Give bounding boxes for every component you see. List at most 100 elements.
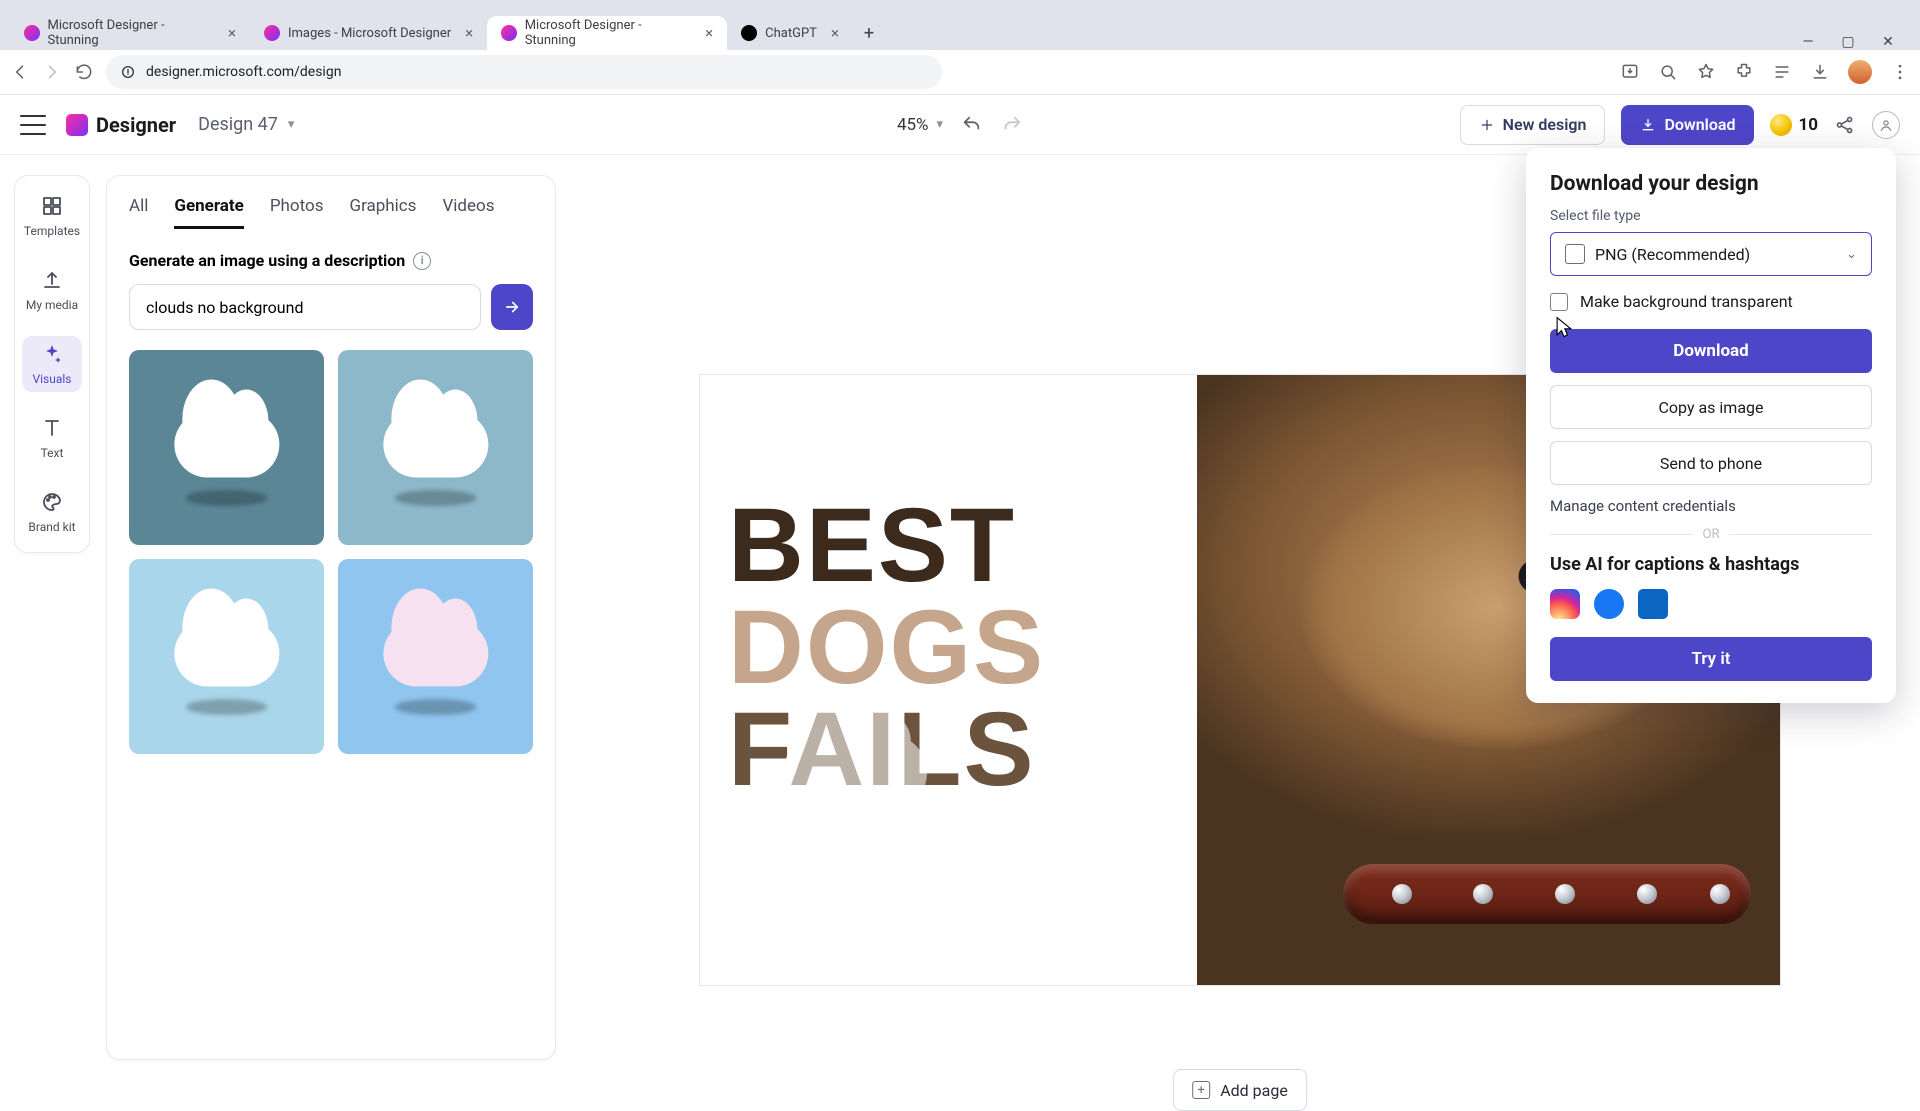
design-title: Design 47 — [198, 114, 278, 135]
send-to-phone-button[interactable]: Send to phone — [1550, 441, 1872, 485]
reading-list-icon[interactable] — [1772, 62, 1792, 82]
close-icon[interactable]: × — [228, 24, 236, 42]
tab-videos[interactable]: Videos — [442, 196, 494, 229]
canvas-cloud-element[interactable] — [783, 734, 927, 811]
transparent-bg-checkbox[interactable]: Make background transparent — [1550, 292, 1872, 311]
tab-title: ChatGPT — [765, 26, 817, 41]
nav-reload-icon[interactable] — [74, 62, 94, 82]
rail-my-media[interactable]: My media — [22, 262, 82, 318]
redo-icon[interactable] — [1001, 114, 1023, 136]
generated-thumbnail[interactable] — [338, 559, 533, 754]
browser-tab[interactable]: Microsoft Designer - Stunning × — [10, 16, 250, 50]
generate-submit-button[interactable] — [491, 284, 533, 330]
instagram-icon[interactable] — [1550, 589, 1580, 619]
facebook-icon[interactable] — [1594, 589, 1624, 619]
window-minimize-icon[interactable]: — — [1800, 34, 1816, 50]
account-icon[interactable] — [1872, 111, 1900, 139]
chevron-down-icon: ▾ — [288, 117, 295, 132]
new-tab-button[interactable]: + — [853, 16, 885, 50]
file-type-select[interactable]: PNG (Recommended) ⌄ — [1550, 232, 1872, 276]
linkedin-icon[interactable] — [1638, 589, 1668, 619]
browser-tabstrip[interactable]: Microsoft Designer - Stunning × Images -… — [0, 10, 1920, 50]
nav-forward-icon[interactable] — [42, 62, 62, 82]
copy-as-image-button[interactable]: Copy as image — [1550, 385, 1872, 429]
rail-text[interactable]: Text — [22, 410, 82, 466]
favicon-icon — [264, 25, 280, 41]
prompt-input[interactable] — [129, 284, 481, 330]
site-info-icon[interactable] — [120, 64, 136, 80]
nav-back-icon[interactable] — [10, 62, 30, 82]
profile-avatar-icon[interactable] — [1848, 60, 1872, 84]
dog-collar — [1343, 864, 1751, 924]
close-icon[interactable]: × — [831, 24, 839, 42]
or-divider: OR — [1703, 527, 1720, 542]
hamburger-menu-icon[interactable] — [20, 115, 46, 135]
browser-tab[interactable]: Images - Microsoft Designer × — [250, 16, 487, 50]
try-it-button[interactable]: Try it — [1550, 637, 1872, 681]
generated-thumbnail[interactable] — [129, 350, 324, 545]
transparent-bg-label: Make background transparent — [1580, 292, 1793, 311]
chevron-down-icon: ⌄ — [1846, 247, 1857, 262]
bookmark-icon[interactable] — [1696, 62, 1716, 82]
new-design-label: New design — [1503, 115, 1587, 134]
download-panel-title: Download your design — [1550, 172, 1872, 196]
canvas-text-2[interactable]: DOGS — [728, 597, 1197, 699]
canvas-text-1[interactable]: BEST — [728, 495, 1197, 597]
checkbox-icon — [1550, 293, 1568, 311]
generate-heading: Generate an image using a description — [129, 251, 405, 270]
kebab-menu-icon[interactable] — [1890, 62, 1910, 82]
tab-generate[interactable]: Generate — [174, 196, 243, 229]
canvas-cloud-element[interactable] — [970, 816, 1090, 880]
send-to-phone-label: Send to phone — [1660, 454, 1762, 473]
tab-label: Photos — [270, 196, 324, 216]
new-design-button[interactable]: New design — [1460, 105, 1606, 145]
add-page-button[interactable]: + Add page — [1173, 1069, 1307, 1111]
extensions-icon[interactable] — [1734, 62, 1754, 82]
share-icon[interactable] — [1834, 114, 1856, 136]
tab-all[interactable]: All — [129, 196, 148, 229]
tab-title: Images - Microsoft Designer — [288, 26, 451, 41]
plus-icon — [1479, 117, 1495, 133]
app-header: Designer Design 47 ▾ 45% ▾ New design — [0, 95, 1920, 155]
file-type-label: Select file type — [1550, 208, 1872, 224]
rail-label: Text — [41, 446, 64, 460]
manage-credentials-link[interactable]: Manage content credentials — [1550, 497, 1872, 515]
zoom-icon[interactable] — [1658, 62, 1678, 82]
download-panel: Download your design Select file type PN… — [1526, 148, 1896, 703]
zoom-value: 45% — [897, 115, 929, 135]
try-it-label: Try it — [1692, 649, 1731, 669]
rail-templates[interactable]: Templates — [22, 188, 82, 244]
tab-label: Videos — [442, 196, 494, 216]
visuals-tabs: All Generate Photos Graphics Videos — [129, 196, 533, 229]
upload-icon — [40, 268, 64, 292]
downloads-icon[interactable] — [1810, 62, 1830, 82]
zoom-select[interactable]: 45% ▾ — [897, 115, 943, 135]
brand[interactable]: Designer — [66, 113, 176, 137]
rail-brand-kit[interactable]: Brand kit — [22, 484, 82, 540]
close-icon[interactable]: × — [465, 24, 473, 42]
browser-toolbar: designer.microsoft.com/design — [0, 50, 1920, 95]
undo-icon[interactable] — [961, 114, 983, 136]
brand-logo-icon — [66, 114, 88, 136]
address-bar[interactable]: designer.microsoft.com/design — [106, 55, 942, 89]
generated-thumbnail[interactable] — [338, 350, 533, 545]
info-icon[interactable]: i — [413, 252, 431, 270]
tab-graphics[interactable]: Graphics — [349, 196, 416, 229]
left-rail: Templates My media Visuals Text Brand ki… — [14, 175, 90, 553]
browser-tab[interactable]: Microsoft Designer - Stunning × — [487, 16, 727, 50]
rail-label: My media — [26, 298, 78, 312]
tab-photos[interactable]: Photos — [270, 196, 324, 229]
download-confirm-button[interactable]: Download — [1550, 329, 1872, 373]
generated-thumbnail[interactable] — [129, 559, 324, 754]
rail-visuals[interactable]: Visuals — [22, 336, 82, 392]
close-icon[interactable]: × — [705, 24, 713, 42]
window-maximize-icon[interactable]: ▢ — [1840, 34, 1856, 50]
arrow-right-icon — [503, 298, 521, 316]
download-confirm-label: Download — [1673, 341, 1748, 361]
install-app-icon[interactable] — [1620, 62, 1640, 82]
download-button[interactable]: Download — [1621, 105, 1754, 145]
design-picker[interactable]: Design 47 ▾ — [198, 114, 294, 135]
window-close-icon[interactable]: ✕ — [1880, 34, 1896, 50]
credits-badge[interactable]: 10 — [1770, 114, 1818, 136]
browser-tab[interactable]: ChatGPT × — [727, 16, 853, 50]
